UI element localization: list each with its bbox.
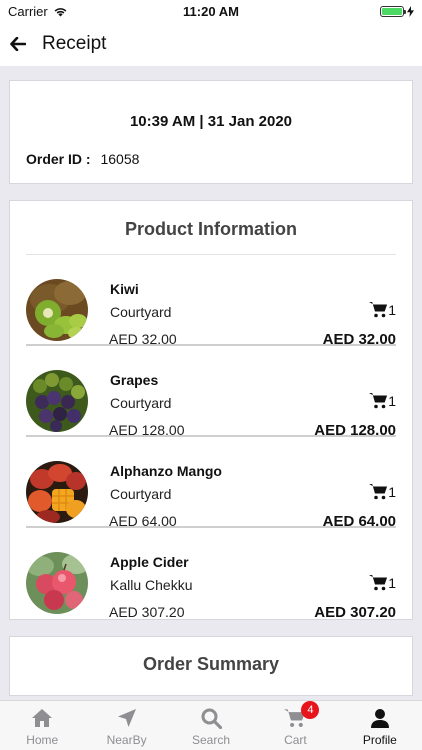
quantity-value: 1 xyxy=(388,483,396,500)
tab-nearby[interactable]: NearBy xyxy=(84,701,168,750)
tab-home[interactable]: Home xyxy=(0,701,84,750)
product-image-apple xyxy=(26,552,88,614)
page-title: Receipt xyxy=(42,33,107,54)
product-image-kiwi xyxy=(26,279,88,341)
product-unit-price: AED 64.00 xyxy=(109,513,177,529)
bottom-tab-bar: Home NearBy Search 4 Cart Profile xyxy=(0,700,422,750)
order-id-label: Order ID : xyxy=(26,151,91,167)
product-vendor: Courtyard xyxy=(110,304,172,320)
receipt-content[interactable]: 10:39 AM | 31 Jan 2020 Order ID : 16058 … xyxy=(0,66,422,700)
product-information-card: Product Information Kiwi Courtyard AED 3 xyxy=(9,200,413,621)
tab-label: Search xyxy=(192,733,231,747)
back-button[interactable] xyxy=(0,22,36,66)
search-icon xyxy=(201,708,222,729)
tab-profile[interactable]: Profile xyxy=(338,701,422,750)
tab-label: NearBy xyxy=(106,733,147,747)
product-row: Alphanzo Mango Courtyard AED 64.00 1 AED… xyxy=(26,437,396,530)
order-datetime: 10:39 AM | 31 Jan 2020 xyxy=(129,113,293,130)
tab-label: Home xyxy=(26,733,59,747)
product-name: Grapes xyxy=(110,372,159,388)
product-quantity: 1 xyxy=(369,301,396,318)
quantity-value: 1 xyxy=(388,392,396,409)
product-row: Kiwi Courtyard AED 32.00 1 AED 32.00 xyxy=(26,255,396,348)
product-row: Apple Cider Kallu Chekku AED 307.20 1 AE… xyxy=(26,528,396,621)
quantity-value: 1 xyxy=(388,301,396,318)
wifi-icon xyxy=(54,7,67,16)
receipt-info-card: 10:39 AM | 31 Jan 2020 Order ID : 16058 xyxy=(9,80,413,184)
person-icon xyxy=(370,708,389,728)
order-id-value: 16058 xyxy=(100,151,140,167)
navigation-arrow-icon xyxy=(117,709,136,727)
back-arrow-icon xyxy=(10,37,26,51)
carrier-label: Carrier xyxy=(8,3,48,19)
product-quantity: 1 xyxy=(369,392,396,409)
charging-bolt-icon xyxy=(407,5,414,17)
product-unit-price: AED 307.20 xyxy=(109,604,185,620)
order-summary-card: Order Summary xyxy=(9,636,413,696)
section-title: Order Summary xyxy=(142,654,280,674)
tab-label: Profile xyxy=(362,733,397,747)
status-left: Carrier xyxy=(8,4,68,19)
product-name: Kiwi xyxy=(110,281,139,297)
product-vendor: Courtyard xyxy=(110,395,172,411)
product-name: Alphanzo Mango xyxy=(110,463,222,479)
cart-count-badge: 4 xyxy=(301,701,320,719)
product-image-grapes xyxy=(26,370,88,432)
status-right xyxy=(380,5,414,17)
product-quantity: 1 xyxy=(369,483,396,500)
product-vendor: Courtyard xyxy=(110,486,172,502)
order-id-row: Order ID : 16058 xyxy=(26,151,139,167)
product-name: Apple Cider xyxy=(110,554,189,570)
product-unit-price: AED 32.00 xyxy=(109,331,177,347)
product-image-mango xyxy=(26,461,88,523)
tab-cart[interactable]: 4 Cart xyxy=(253,701,337,750)
cart-icon xyxy=(369,484,388,500)
product-total: AED 307.20 xyxy=(314,604,396,621)
product-vendor: Kallu Chekku xyxy=(110,577,193,593)
cart-icon xyxy=(369,302,388,318)
cart-icon xyxy=(369,575,388,591)
cart-icon xyxy=(369,393,388,409)
battery-icon xyxy=(380,5,406,17)
tab-label: Cart xyxy=(284,733,307,747)
tab-search[interactable]: Search xyxy=(169,701,253,750)
section-title: Product Information xyxy=(26,201,396,255)
status-bar: Carrier 11:20 AM xyxy=(0,0,422,22)
product-unit-price: AED 128.00 xyxy=(109,422,185,438)
product-row: Grapes Courtyard AED 128.00 1 AED 128.00 xyxy=(26,346,396,439)
home-icon xyxy=(32,709,53,727)
app-header: Receipt xyxy=(0,22,422,66)
quantity-value: 1 xyxy=(388,574,396,591)
product-quantity: 1 xyxy=(369,574,396,591)
